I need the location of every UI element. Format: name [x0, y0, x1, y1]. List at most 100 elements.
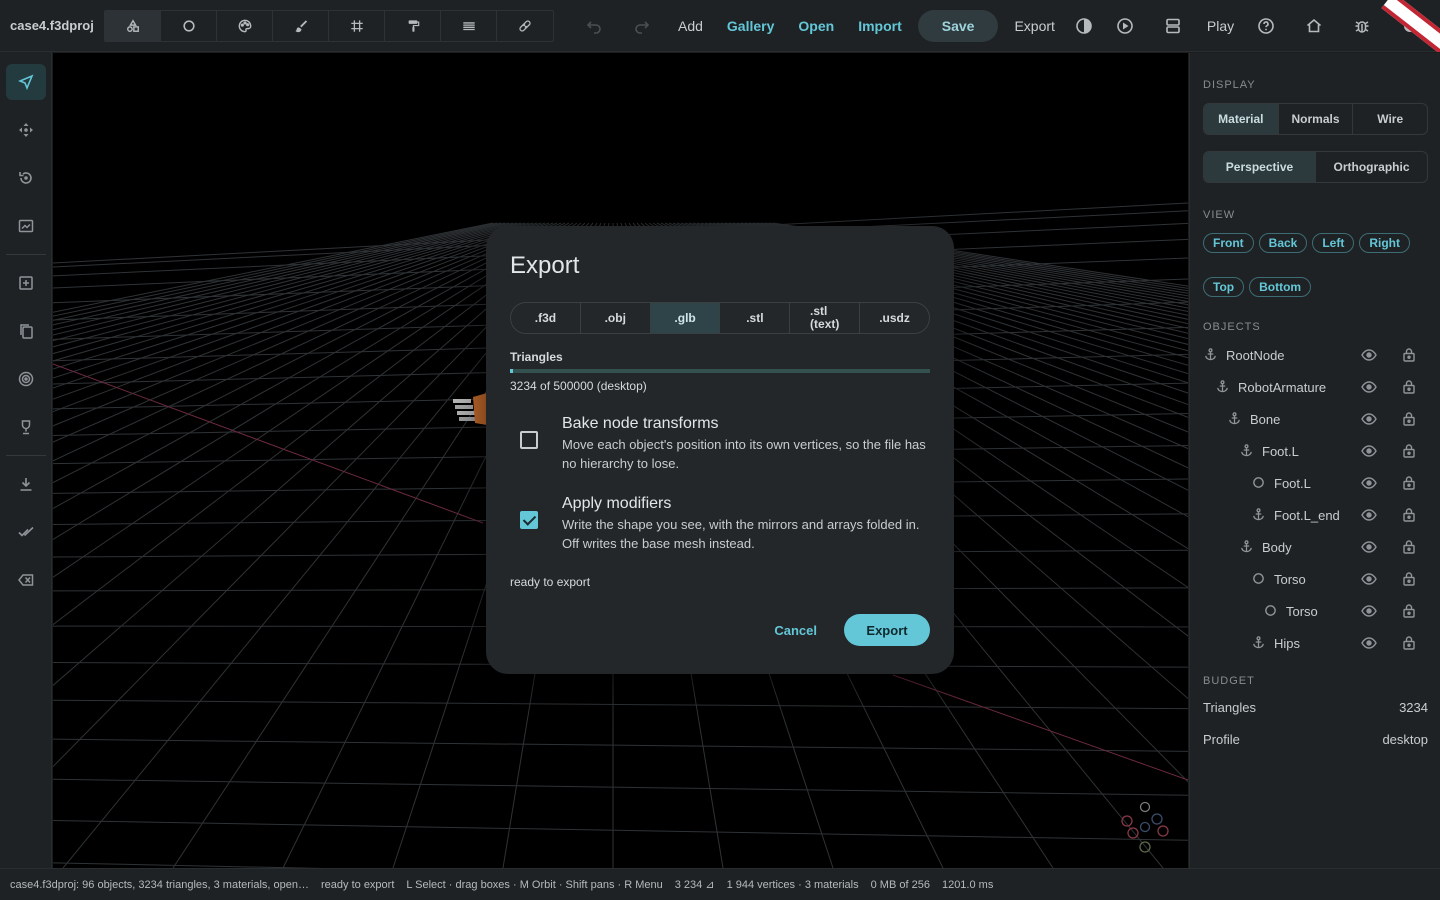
right-panel: DISPLAY Material Normals Wire Perspectiv…	[1189, 53, 1440, 868]
cancel-button[interactable]: Cancel	[774, 623, 817, 638]
paint-roller-tool-button[interactable]	[385, 10, 441, 41]
view-front-button[interactable]: Front	[1203, 233, 1254, 253]
anchor-icon	[1253, 508, 1264, 521]
view-top-button[interactable]: Top	[1203, 277, 1245, 297]
object-type-icon	[1204, 348, 1218, 362]
anchor-icon	[1253, 636, 1264, 649]
lock-icon[interactable]	[1402, 507, 1416, 522]
eye-icon[interactable]	[1361, 636, 1377, 650]
object-tree-row[interactable]: Hips	[1203, 627, 1428, 659]
apply-modifiers-checkbox[interactable]	[520, 511, 538, 529]
contrast-button[interactable]	[1067, 0, 1101, 52]
format-option-button[interactable]: .obj	[581, 303, 651, 333]
eye-icon[interactable]	[1361, 476, 1377, 490]
rotate-tool-button[interactable]	[0, 154, 52, 202]
orthographic-button[interactable]: Orthographic	[1316, 152, 1427, 182]
eye-icon[interactable]	[1361, 444, 1377, 458]
export-confirm-button[interactable]: Export	[844, 614, 930, 646]
object-tree-row[interactable]: Torso	[1203, 595, 1428, 627]
eye-icon[interactable]	[1361, 412, 1377, 426]
eye-icon[interactable]	[1361, 348, 1377, 362]
view-back-button[interactable]: Back	[1258, 233, 1308, 253]
display-wire-button[interactable]: Wire	[1353, 104, 1427, 134]
split-view-button[interactable]	[1149, 0, 1197, 52]
object-type-icon	[1252, 636, 1266, 650]
bake-transforms-option: Bake node transforms Move each object's …	[510, 415, 930, 473]
home-button[interactable]	[1290, 0, 1338, 52]
save-button[interactable]: Save	[917, 9, 999, 42]
add-button[interactable]: Add	[666, 0, 715, 52]
lock-icon[interactable]	[1402, 443, 1416, 458]
format-option-button[interactable]: .usdz	[860, 303, 929, 333]
format-option-button[interactable]: .stl	[720, 303, 791, 333]
lock-icon[interactable]	[1402, 539, 1416, 554]
object-tree-row[interactable]: RobotArmature	[1203, 371, 1428, 403]
object-tree-row[interactable]: Foot.L	[1203, 467, 1428, 499]
format-option-button[interactable]: .f3d	[511, 303, 581, 333]
target-button[interactable]	[0, 355, 52, 403]
display-material-button[interactable]: Material	[1204, 104, 1279, 134]
select-tool-button[interactable]	[0, 58, 52, 106]
open-button[interactable]: Open	[786, 0, 846, 52]
help-button[interactable]	[1242, 0, 1290, 52]
view-bottom-button[interactable]: Bottom	[1249, 277, 1312, 297]
eye-icon[interactable]	[1361, 380, 1377, 394]
undo-button[interactable]	[570, 0, 618, 52]
anchor-icon	[1241, 444, 1252, 457]
gallery-button[interactable]: Gallery	[715, 0, 786, 52]
bake-transforms-checkbox[interactable]	[520, 431, 538, 449]
bandage-tool-button[interactable]	[497, 11, 553, 41]
budget-label: Triangles	[1203, 699, 1256, 715]
object-tree-row[interactable]: Foot.L_end	[1203, 499, 1428, 531]
play-circle-button[interactable]	[1101, 0, 1149, 52]
move-tool-button[interactable]	[0, 106, 52, 154]
frame-tool-button[interactable]	[0, 202, 52, 250]
view-left-button[interactable]: Left	[1312, 233, 1355, 253]
format-option-button[interactable]: .glb	[650, 303, 721, 333]
eye-icon[interactable]	[1361, 508, 1377, 522]
palette-tool-button[interactable]	[217, 10, 273, 41]
eye-icon[interactable]	[1361, 572, 1377, 586]
backspace-button[interactable]	[0, 556, 52, 604]
done-all-button[interactable]	[0, 508, 52, 556]
top-bar: case4.f3dproj Add Gallery Open Import Sa…	[0, 0, 1440, 52]
play-button[interactable]: Play	[1197, 0, 1242, 52]
trophy-button[interactable]	[0, 403, 52, 451]
object-tree-row[interactable]: Foot.L	[1203, 435, 1428, 467]
export-button[interactable]: Export	[1002, 0, 1066, 52]
object-tree-row[interactable]: RootNode	[1203, 339, 1428, 371]
lock-icon[interactable]	[1402, 603, 1416, 618]
object-label: Torso	[1274, 571, 1306, 587]
lock-icon[interactable]	[1402, 635, 1416, 650]
add-object-button[interactable]	[0, 259, 52, 307]
circle-tool-button[interactable]	[161, 10, 217, 41]
view-right-button[interactable]: Right	[1359, 233, 1410, 253]
mesh-circle-icon	[1253, 477, 1264, 488]
grid-tool-button[interactable]	[329, 10, 385, 41]
eye-icon[interactable]	[1361, 604, 1377, 618]
duplicate-button[interactable]	[0, 307, 52, 355]
layers-tool-button[interactable]	[441, 10, 497, 41]
object-tree-row[interactable]: Bone	[1203, 403, 1428, 435]
format-option-button[interactable]: .stl (text)	[790, 303, 861, 333]
download-button[interactable]	[0, 460, 52, 508]
eye-icon[interactable]	[1361, 540, 1377, 554]
shapes-tool-button[interactable]	[105, 10, 161, 41]
display-normals-button[interactable]: Normals	[1279, 104, 1354, 134]
dialog-actions: Cancel Export	[774, 614, 930, 646]
lock-icon[interactable]	[1402, 571, 1416, 586]
bug-button[interactable]	[1338, 0, 1386, 52]
object-tree-row[interactable]: Body	[1203, 531, 1428, 563]
robot-model[interactable]	[453, 393, 487, 425]
lock-icon[interactable]	[1402, 347, 1416, 362]
rotate-icon	[19, 172, 32, 184]
object-tree-row[interactable]: Torso	[1203, 563, 1428, 595]
redo-button[interactable]	[618, 0, 666, 52]
lock-icon[interactable]	[1402, 411, 1416, 426]
orientation-gizmo[interactable]	[1119, 799, 1171, 855]
import-button[interactable]: Import	[846, 0, 914, 52]
perspective-button[interactable]: Perspective	[1204, 152, 1316, 182]
brush-tool-button[interactable]	[273, 10, 329, 41]
lock-icon[interactable]	[1402, 475, 1416, 490]
lock-icon[interactable]	[1402, 379, 1416, 394]
